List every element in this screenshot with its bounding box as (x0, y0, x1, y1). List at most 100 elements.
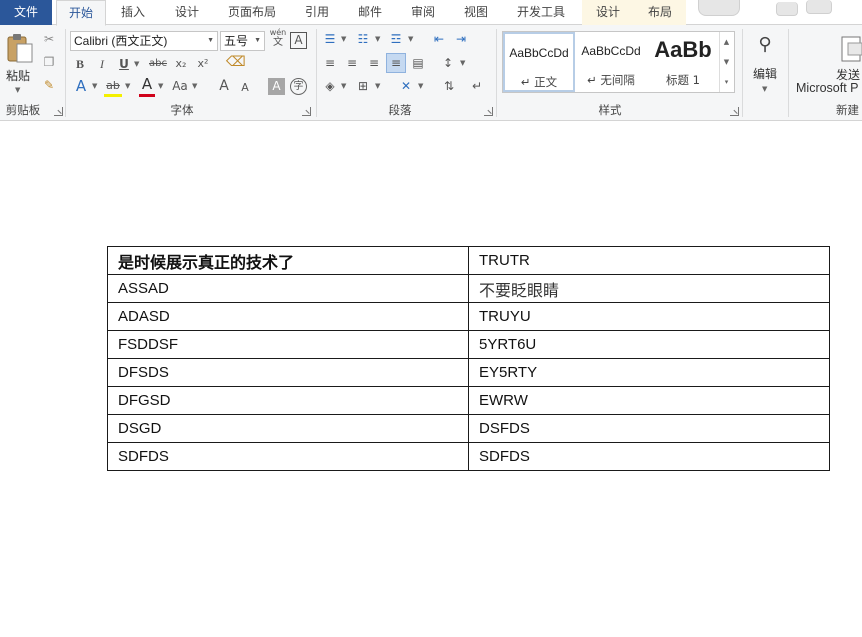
text-effects-icon[interactable]: A (72, 78, 90, 94)
style-normal[interactable]: AaBbCcDd ↵ 正文 (503, 32, 575, 92)
show-marks-icon[interactable]: ↵ (470, 78, 484, 94)
borders-dropdown-icon[interactable]: ▼ (375, 78, 380, 94)
table-cell[interactable]: FSDDSF (107, 330, 469, 359)
italic-icon[interactable]: I (94, 56, 110, 72)
table-cell[interactable]: DSGD (107, 414, 469, 443)
tab-review[interactable]: 审阅 (400, 0, 446, 25)
tab-design[interactable]: 设计 (164, 0, 210, 25)
copy-icon[interactable]: ❐ (40, 54, 58, 70)
send-app-label[interactable]: Microsoft P (796, 81, 862, 95)
increase-indent-icon[interactable]: ⇥ (452, 31, 470, 47)
bullets-icon[interactable]: ☰ (322, 31, 338, 47)
gallery-up-icon[interactable]: ▲ (720, 32, 733, 52)
highlight-icon[interactable]: ab (104, 78, 122, 94)
numbering-dropdown-icon[interactable]: ▼ (375, 31, 380, 47)
styles-group-label: 样式 (598, 103, 622, 117)
table-cell[interactable]: EWRW (468, 386, 830, 415)
clipboard-launcher-icon[interactable] (54, 107, 63, 116)
table-cell[interactable]: SDFDS (107, 442, 469, 471)
chinese-layout-dropdown-icon[interactable]: ▼ (418, 78, 423, 94)
shading-dropdown-icon[interactable]: ▼ (341, 78, 346, 94)
group-divider (496, 29, 497, 117)
table-cell[interactable]: 是时候展示真正的技术了 (107, 246, 469, 275)
style-no-spacing[interactable]: AaBbCcDd ↵ 无间隔 (575, 32, 647, 92)
table-cell[interactable]: 5YRT6U (468, 330, 830, 359)
table-cell[interactable]: 不要眨眼睛 (468, 274, 830, 303)
tab-table-layout[interactable]: 布局 (634, 0, 686, 25)
multilevel-dropdown-icon[interactable]: ▼ (408, 31, 413, 47)
character-shading-icon[interactable]: A (268, 78, 285, 95)
font-launcher-icon[interactable] (302, 107, 311, 116)
underline-dropdown-icon[interactable]: ▼ (134, 56, 139, 72)
tab-view[interactable]: 视图 (453, 0, 499, 25)
subscript-icon[interactable]: x₂ (172, 56, 190, 72)
bold-icon[interactable]: B (72, 56, 88, 72)
table-cell[interactable]: DFSDS (107, 358, 469, 387)
superscript-icon[interactable]: x² (194, 56, 212, 72)
text-effects-dropdown-icon[interactable]: ▼ (92, 78, 97, 94)
table-cell[interactable]: DFGSD (107, 386, 469, 415)
clear-formatting-icon[interactable]: ⌫ (226, 54, 246, 70)
numbering-icon[interactable]: ☷ (355, 31, 371, 47)
styles-launcher-icon[interactable] (730, 107, 739, 116)
borders-icon[interactable]: ⊞ (355, 78, 371, 94)
bullets-dropdown-icon[interactable]: ▼ (341, 31, 346, 47)
change-case-icon[interactable]: Aa (170, 78, 190, 94)
table-cell[interactable]: EY5RTY (468, 358, 830, 387)
font-color-dropdown-icon[interactable]: ▼ (158, 78, 163, 94)
binoculars-icon[interactable]: ⚲ (752, 33, 778, 57)
gallery-more-icon[interactable]: ▾ (720, 72, 733, 92)
document-page[interactable]: 是时候展示真正的技术了 TRUTR ASSAD 不要眨眼睛 ADASD TRUY… (0, 122, 862, 637)
paste-icon[interactable] (6, 32, 34, 64)
chinese-layout-icon[interactable]: ✕ (396, 78, 416, 94)
tab-file[interactable]: 文件 (0, 0, 52, 25)
grow-font-icon[interactable]: A (216, 78, 232, 94)
decrease-indent-icon[interactable]: ⇤ (430, 31, 448, 47)
sort-icon[interactable]: ⇅ (440, 78, 458, 94)
tab-home[interactable]: 开始 (56, 0, 106, 26)
enclose-characters-icon[interactable]: 字 (290, 78, 307, 95)
tab-references[interactable]: 引用 (294, 0, 340, 25)
tab-table-design[interactable]: 设计 (582, 0, 634, 25)
format-painter-icon[interactable]: ✎ (40, 77, 58, 93)
table-cell[interactable]: DSFDS (468, 414, 830, 443)
table-cell[interactable]: ADASD (107, 302, 469, 331)
gallery-down-icon[interactable]: ▼ (720, 52, 733, 72)
cut-icon[interactable]: ✂ (40, 31, 58, 47)
line-spacing-icon[interactable]: ↕ (440, 55, 456, 71)
change-case-dropdown-icon[interactable]: ▼ (192, 78, 197, 94)
font-name-combo[interactable]: Calibri (西文正文) ▼ (70, 31, 218, 51)
send-document-icon[interactable] (840, 35, 862, 63)
multilevel-list-icon[interactable]: ☲ (388, 31, 404, 47)
document-table[interactable]: 是时候展示真正的技术了 TRUTR ASSAD 不要眨眼睛 ADASD TRUY… (107, 246, 830, 471)
paragraph-launcher-icon[interactable] (484, 107, 493, 116)
align-right-icon[interactable]: ≡ (366, 55, 382, 71)
underline-icon[interactable]: U (116, 56, 132, 72)
character-border-icon[interactable]: A (290, 32, 307, 49)
shrink-font-icon[interactable]: A (238, 80, 252, 96)
tab-developer[interactable]: 开发工具 (508, 0, 574, 25)
paste-dropdown-icon[interactable]: ▼ (15, 82, 20, 98)
distributed-icon[interactable]: ▤ (410, 55, 426, 71)
font-color-icon[interactable]: A (138, 76, 156, 92)
tab-insert[interactable]: 插入 (110, 0, 156, 25)
tab-mailings[interactable]: 邮件 (347, 0, 393, 25)
table-cell[interactable]: SDFDS (468, 442, 830, 471)
table-row: DFGSD EWRW (107, 386, 830, 415)
tab-page-layout[interactable]: 页面布局 (220, 0, 284, 25)
table-cell[interactable]: ASSAD (107, 274, 469, 303)
align-left-icon[interactable]: ≡ (322, 55, 338, 71)
font-size-combo[interactable]: 五号 ▼ (220, 31, 265, 51)
strikethrough-icon[interactable]: abc (147, 56, 169, 72)
line-spacing-dropdown-icon[interactable]: ▼ (460, 55, 465, 71)
editing-button[interactable]: 编辑 (748, 65, 782, 82)
style-heading-1[interactable]: AaBb 标题 1 (647, 32, 719, 92)
shading-icon[interactable]: ◈ (322, 78, 338, 94)
phonetic-guide-icon[interactable]: wén 文 (268, 28, 288, 48)
table-cell[interactable]: TRUTR (468, 246, 830, 275)
table-cell[interactable]: TRUYU (468, 302, 830, 331)
align-center-icon[interactable]: ≡ (344, 55, 360, 71)
editing-dropdown-icon[interactable]: ▼ (762, 81, 767, 97)
highlight-dropdown-icon[interactable]: ▼ (125, 78, 130, 94)
justify-icon[interactable]: ≡ (386, 53, 406, 73)
